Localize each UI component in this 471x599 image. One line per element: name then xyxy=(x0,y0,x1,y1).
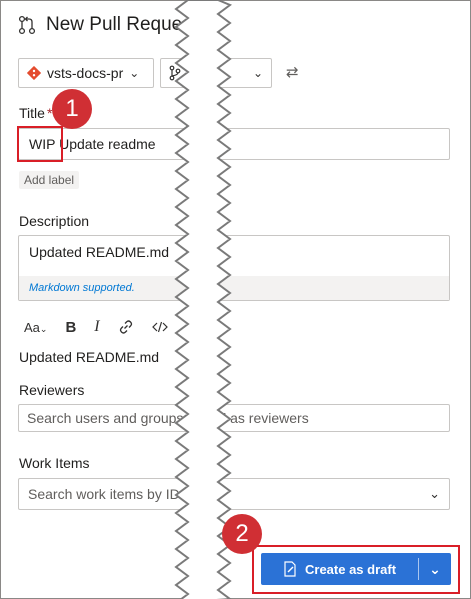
add-label-button[interactable]: Add label xyxy=(19,171,80,189)
heading-button[interactable]: Aa⌄ xyxy=(24,320,47,335)
title-label: Title * xyxy=(19,105,53,121)
swap-arrows-icon[interactable]: ⇄ xyxy=(286,63,299,81)
description-preview: Updated README.md xyxy=(19,349,160,365)
work-items-label: Work Items xyxy=(19,455,90,471)
chevron-down-icon: ⌄ xyxy=(252,66,263,80)
description-value: Updated README.md xyxy=(29,244,170,260)
reviewers-label: Reviewers xyxy=(19,382,85,398)
git-repo-icon xyxy=(27,66,41,80)
link-icon[interactable] xyxy=(118,319,134,335)
code-icon[interactable] xyxy=(151,321,168,333)
formatting-toolbar: Aa⌄ B I xyxy=(24,318,168,336)
torn-edge-divider xyxy=(174,0,232,599)
wip-highlight-box xyxy=(17,126,63,162)
description-label: Description xyxy=(19,213,90,229)
chevron-down-icon: ⌄ xyxy=(129,66,140,80)
callout-badge-1: 1 xyxy=(52,89,92,129)
italic-button[interactable]: I xyxy=(94,318,99,336)
bold-button[interactable]: B xyxy=(65,319,76,336)
repository-dropdown[interactable]: vsts-docs-pr ⌄ xyxy=(18,58,154,88)
create-button-highlight-box xyxy=(252,545,460,594)
repository-value: vsts-docs-pr xyxy=(47,65,124,81)
callout-badge-2: 2 xyxy=(222,514,262,554)
chevron-down-icon: ⌄ xyxy=(429,486,440,501)
pull-request-icon xyxy=(18,15,36,35)
